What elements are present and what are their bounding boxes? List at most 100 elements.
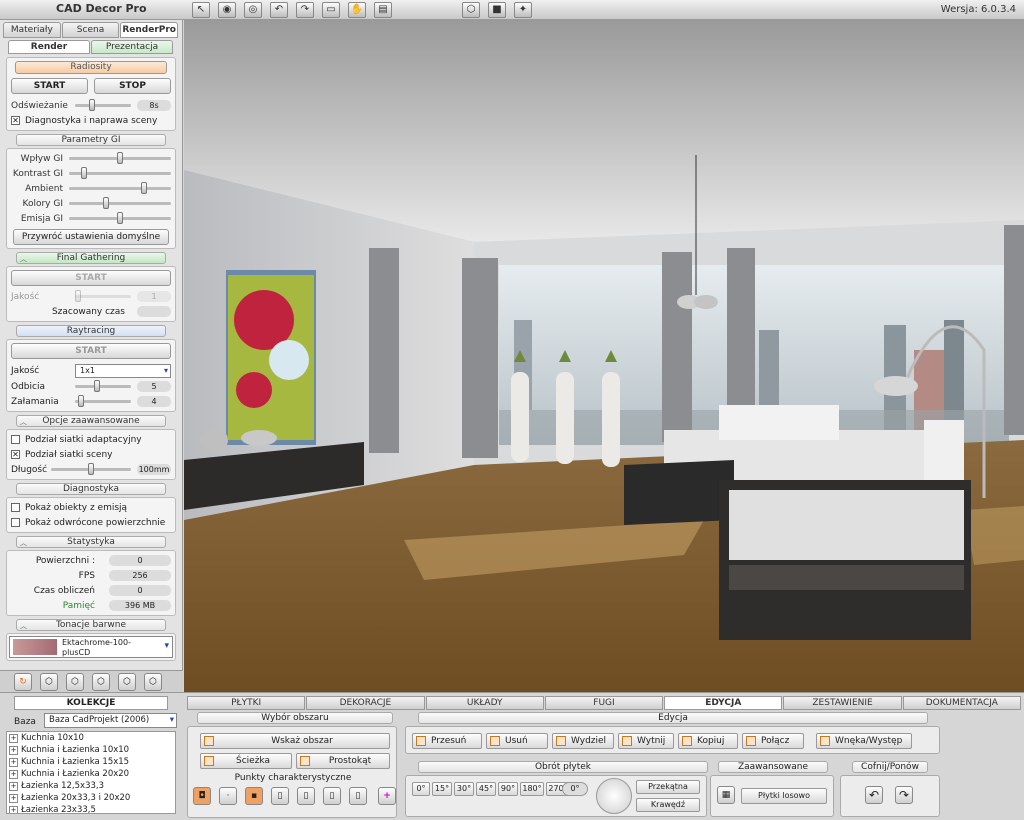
indicate-area-button[interactable]: Wskaż obszar bbox=[200, 733, 390, 749]
gi-1-slider[interactable] bbox=[69, 167, 171, 179]
fg-start-button[interactable]: START bbox=[11, 270, 171, 286]
slider-knob[interactable] bbox=[88, 99, 95, 111]
cube-side-icon[interactable]: ⬡ bbox=[92, 673, 110, 691]
gi-section-header[interactable]: Parametry GI bbox=[16, 134, 166, 146]
diagonal-button[interactable]: Przekątna bbox=[636, 780, 700, 794]
fg-quality-slider[interactable] bbox=[75, 290, 131, 302]
undo-icon[interactable]: ↶ bbox=[865, 786, 883, 804]
edit-button-3[interactable]: Wytnij bbox=[618, 733, 674, 749]
gi-3-slider[interactable] bbox=[69, 197, 171, 209]
rt-refl-slider[interactable] bbox=[75, 380, 131, 392]
diag-checkbox[interactable]: ✕ bbox=[11, 116, 20, 125]
path-button[interactable]: Ścieżka bbox=[200, 753, 292, 769]
edge-button[interactable]: Krawędź bbox=[636, 798, 700, 812]
tab-scene[interactable]: Scena bbox=[61, 22, 120, 38]
tab-układy[interactable]: UKŁADY bbox=[425, 696, 544, 710]
angle-button[interactable]: 0° bbox=[412, 782, 430, 796]
cube-solid-icon[interactable]: ■ bbox=[488, 2, 506, 18]
slider-knob[interactable] bbox=[117, 152, 123, 164]
point-edge-icon[interactable]: ▪ bbox=[245, 787, 263, 805]
slider-knob[interactable] bbox=[102, 197, 109, 209]
angle-button[interactable]: 30° bbox=[454, 782, 474, 796]
cube-front-icon[interactable]: ⬡ bbox=[40, 673, 58, 691]
diag-section-header[interactable]: Diagnostyka bbox=[16, 483, 166, 495]
tree-item[interactable]: Kuchnia 10x10 bbox=[7, 732, 175, 744]
slider-knob[interactable] bbox=[77, 395, 84, 407]
edit-button-5[interactable]: Połącz bbox=[742, 733, 804, 749]
cube-view-icon[interactable]: ⬡ bbox=[462, 2, 480, 18]
tone-select[interactable]: Ektachrome-100-plusCD ▾ bbox=[9, 636, 173, 658]
tab-materials[interactable]: Materiały bbox=[3, 22, 61, 38]
slider-knob[interactable] bbox=[117, 212, 123, 224]
angle-button[interactable]: 15° bbox=[432, 782, 452, 796]
point-corner-icon[interactable]: ◘ bbox=[193, 787, 211, 805]
tab-edycja[interactable]: EDYCJA bbox=[664, 696, 783, 710]
tab-dekoracje[interactable]: DEKORACJE bbox=[306, 696, 425, 710]
edit-button-2[interactable]: Wydziel bbox=[552, 733, 614, 749]
slider-knob[interactable] bbox=[81, 167, 88, 179]
gi-0-slider[interactable] bbox=[69, 152, 171, 164]
reset-defaults-button[interactable]: Przywróć ustawienia domyślne bbox=[13, 229, 169, 245]
point-left-icon[interactable]: ▯ bbox=[271, 787, 289, 805]
slider-knob[interactable] bbox=[94, 380, 101, 392]
cube-top-icon[interactable]: ⬡ bbox=[66, 673, 84, 691]
point-right-icon[interactable]: ▯ bbox=[297, 787, 315, 805]
hand-icon[interactable]: ✋ bbox=[348, 2, 366, 18]
add-point-icon[interactable]: + bbox=[378, 787, 396, 805]
fg-section-header[interactable]: ︿ Final Gathering bbox=[16, 252, 166, 264]
inverted-checkbox[interactable] bbox=[11, 518, 20, 527]
rt-section-header[interactable]: Raytracing bbox=[16, 325, 166, 337]
radiosity-stop-button[interactable]: STOP bbox=[94, 78, 171, 94]
stats-section-header[interactable]: ︿ Statystyka bbox=[16, 536, 166, 548]
slider-knob[interactable] bbox=[75, 290, 81, 302]
print-icon[interactable]: ▤ bbox=[374, 2, 392, 18]
emit-checkbox[interactable] bbox=[11, 503, 20, 512]
tree-item[interactable]: Łazienka 20x33,3 i 20x20 bbox=[7, 792, 175, 804]
tab-dokumentacja[interactable]: DOKUMENTACJA bbox=[902, 696, 1021, 710]
point-offset-icon[interactable]: ▯ bbox=[349, 787, 367, 805]
tab-płytki[interactable]: PŁYTKI bbox=[187, 696, 306, 710]
tree-item[interactable]: Łazienka 23x33,5 bbox=[7, 804, 175, 813]
tab-presentation[interactable]: Prezentacja bbox=[91, 40, 173, 54]
rt-start-button[interactable]: START bbox=[11, 343, 171, 359]
rectangle-button[interactable]: Prostokąt bbox=[296, 753, 390, 769]
tab-zestawienie[interactable]: ZESTAWIENIE bbox=[783, 696, 902, 710]
tone-section-header[interactable]: ︿ Tonacje barwne bbox=[16, 619, 166, 631]
cube-back-icon[interactable]: ⬡ bbox=[118, 673, 136, 691]
eye-alt-icon[interactable]: ◎ bbox=[244, 2, 262, 18]
rotation-dial[interactable] bbox=[596, 778, 632, 814]
collections-tab[interactable]: KOLEKCJE bbox=[14, 696, 168, 710]
tab-renderpro[interactable]: RenderPro bbox=[120, 22, 179, 38]
render-viewport[interactable] bbox=[184, 20, 1024, 692]
point-mid-icon[interactable]: ▯ bbox=[323, 787, 341, 805]
mesh-checkbox[interactable]: ✕ bbox=[11, 450, 20, 459]
random-tiles-button[interactable]: Płytki losowo bbox=[741, 788, 827, 804]
gi-2-slider[interactable] bbox=[69, 182, 171, 194]
tree-item[interactable]: Kuchnia i Łazienka 10x10 bbox=[7, 744, 175, 756]
rt-refr-slider[interactable] bbox=[75, 395, 131, 407]
tab-fugi[interactable]: FUGI bbox=[544, 696, 664, 710]
cut-icon[interactable]: ▭ bbox=[322, 2, 340, 18]
adv-section-header[interactable]: ︿ Opcje zaawansowane bbox=[16, 415, 166, 427]
edit-button-1[interactable]: Usuń bbox=[486, 733, 548, 749]
rt-quality-select[interactable]: 1x1 ▾ bbox=[75, 363, 171, 378]
eye-icon[interactable]: ◉ bbox=[218, 2, 236, 18]
cube-iso-icon[interactable]: ⬡ bbox=[144, 673, 162, 691]
refresh-slider[interactable] bbox=[75, 99, 131, 111]
angle-button[interactable]: 180° bbox=[520, 782, 544, 796]
slider-knob[interactable] bbox=[141, 182, 148, 194]
random-tiles-icon[interactable]: ▦ bbox=[717, 786, 735, 804]
redo-icon[interactable]: ↷ bbox=[296, 2, 314, 18]
angle-button[interactable]: 45° bbox=[476, 782, 496, 796]
render-icon[interactable]: ✦ bbox=[514, 2, 532, 18]
adaptive-checkbox[interactable] bbox=[11, 435, 20, 444]
cursor-icon[interactable]: ↖ bbox=[192, 2, 210, 18]
tree-item[interactable]: Kuchnia i Łazienka 20x20 bbox=[7, 768, 175, 780]
tree-item[interactable]: Łazienka 12,5x33,3 bbox=[7, 780, 175, 792]
slider-knob[interactable] bbox=[88, 463, 94, 475]
edit-button-6[interactable]: Wnęka/Występ bbox=[816, 733, 912, 749]
edit-button-0[interactable]: Przesuń bbox=[412, 733, 482, 749]
gi-4-slider[interactable] bbox=[69, 212, 171, 224]
undo-icon[interactable]: ↶ bbox=[270, 2, 288, 18]
base-select[interactable]: Baza CadProjekt (2006) ▾ bbox=[44, 713, 177, 728]
